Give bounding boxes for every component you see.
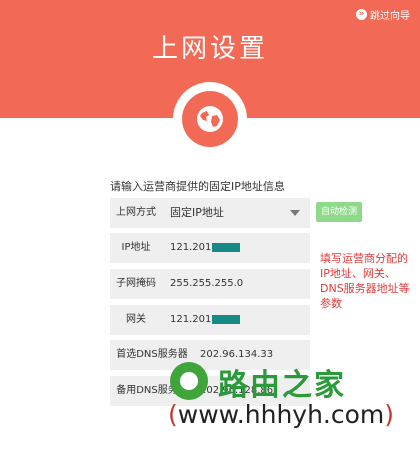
gateway-value: 121.201	[170, 305, 241, 335]
form-prompt: 请输入运营商提供的固定IP地址信息	[110, 180, 285, 193]
subnet-mask-field[interactable]: 子网掩码 255.255.255.0	[110, 269, 310, 299]
subnet-mask-value: 255.255.255.0	[170, 278, 244, 289]
connection-mode-select[interactable]: 上网方式 固定IP地址	[110, 198, 310, 228]
gateway-label: 网关	[126, 314, 146, 325]
watermark-url: (www.hhhyh.com)	[168, 400, 395, 429]
gateway-field[interactable]: 网关 121.201	[110, 305, 310, 335]
connection-mode-label: 上网方式	[116, 207, 156, 218]
ip-address-label: IP地址	[121, 242, 151, 253]
ip-address-field[interactable]: IP地址 121.201	[110, 233, 310, 263]
skip-icon: »	[356, 9, 367, 20]
skip-wizard-link[interactable]: » 跳过向导	[356, 7, 410, 22]
globe-icon	[182, 91, 238, 147]
annotation-note: 填写运营商分配的IP地址、网关、DNS服务器地址等参数	[320, 252, 410, 310]
ip-address-value: 121.201	[170, 233, 241, 263]
connection-mode-value: 固定IP地址	[170, 206, 224, 219]
chevron-down-icon	[290, 210, 300, 216]
watermark-name: 路由之家	[218, 368, 346, 403]
redaction-mask	[212, 314, 241, 324]
skip-wizard-label: 跳过向导	[370, 11, 410, 22]
watermark-logo-icon	[170, 362, 208, 400]
subnet-mask-label: 子网掩码	[116, 278, 156, 289]
auto-detect-button[interactable]: 自动检测	[316, 202, 362, 222]
redaction-mask	[212, 242, 241, 252]
watermark: 路由之家 (www.hhhyh.com)	[168, 360, 420, 460]
page-title: 上网设置	[151, 34, 268, 64]
